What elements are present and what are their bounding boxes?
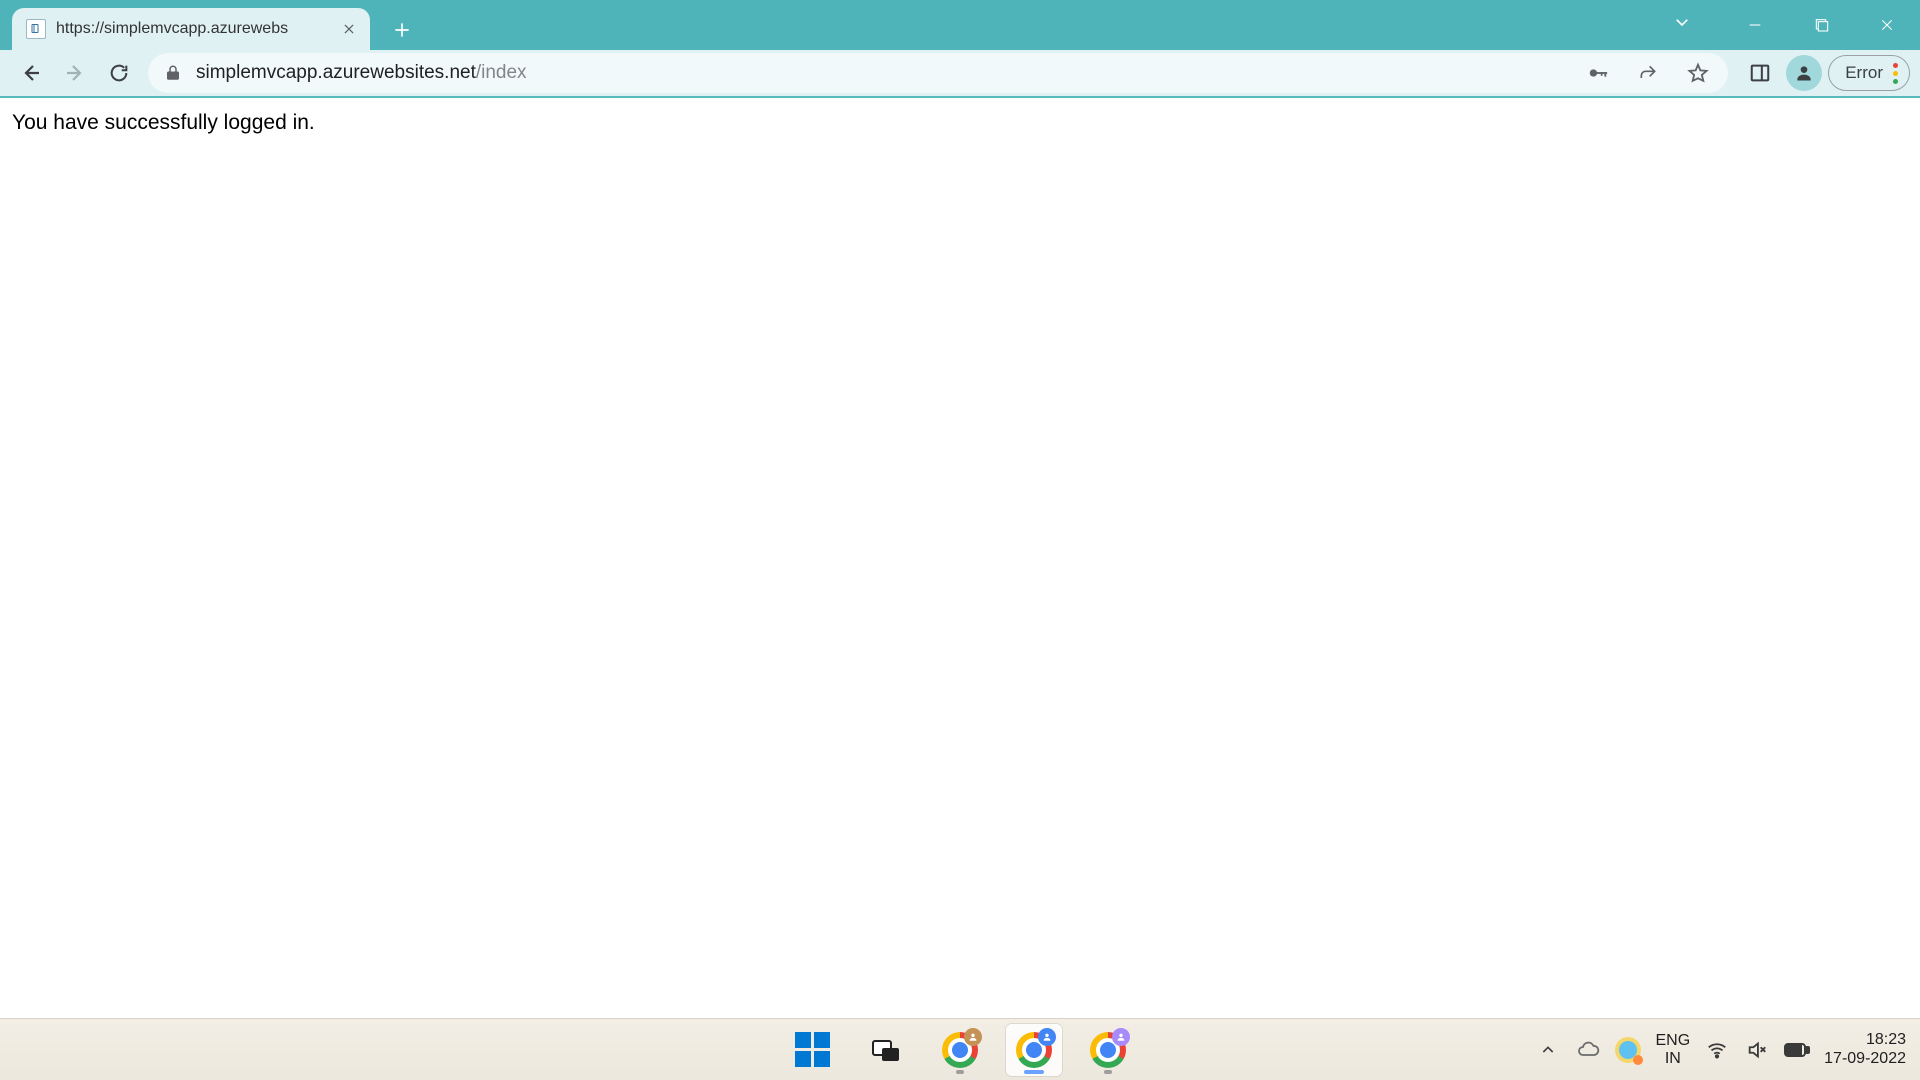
tabs-dropdown-button[interactable] (1658, 0, 1706, 44)
tab-close-button[interactable] (340, 20, 358, 38)
extensions-error-chip[interactable]: Error (1828, 55, 1910, 91)
onedrive-icon[interactable] (1575, 1037, 1601, 1063)
date: 17-09-2022 (1824, 1050, 1906, 1068)
tab-title: https://simplemvcapp.azurewebs (56, 20, 330, 38)
windows-taskbar: ENG IN 18:23 17-09-2022 (0, 1018, 1920, 1080)
lang-bottom: IN (1665, 1050, 1681, 1068)
wifi-icon[interactable] (1704, 1037, 1730, 1063)
browser-tab[interactable]: https://simplemvcapp.azurewebs (12, 8, 370, 50)
task-view-button[interactable] (858, 1024, 914, 1076)
url-path: /index (476, 62, 527, 84)
taskbar-app-chrome-1[interactable] (932, 1024, 988, 1076)
reload-button[interactable] (98, 53, 140, 93)
tray-overflow-button[interactable] (1535, 1037, 1561, 1063)
new-tab-button[interactable] (384, 12, 420, 48)
news-weather-icon[interactable] (1615, 1037, 1641, 1063)
system-tray: ENG IN 18:23 17-09-2022 (1535, 1031, 1912, 1068)
task-view-icon (872, 1038, 900, 1062)
chrome-icon (1090, 1032, 1126, 1068)
profile-badge-icon (964, 1028, 982, 1046)
profile-badge-icon (1038, 1028, 1056, 1046)
window-close-button[interactable] (1854, 3, 1920, 47)
url-text: simplemvcapp.azurewebsites.net/index (196, 62, 1566, 84)
address-bar[interactable]: simplemvcapp.azurewebsites.net/index (148, 53, 1728, 93)
browser-toolbar: simplemvcapp.azurewebsites.net/index Err… (0, 50, 1920, 98)
bookmark-icon[interactable] (1680, 55, 1716, 91)
forward-button[interactable] (54, 53, 96, 93)
profile-badge-icon (1112, 1028, 1130, 1046)
browser-tab-strip: https://simplemvcapp.azurewebs (0, 0, 1920, 50)
tab-favicon (26, 19, 46, 39)
taskbar-app-chrome-3[interactable] (1080, 1024, 1136, 1076)
lock-icon[interactable] (164, 64, 182, 82)
battery-icon[interactable] (1784, 1037, 1810, 1063)
page-viewport: You have successfully logged in. (0, 98, 1920, 1018)
volume-muted-icon[interactable] (1744, 1037, 1770, 1063)
login-success-message: You have successfully logged in. (12, 111, 315, 134)
chrome-icon (942, 1032, 978, 1068)
saved-passwords-icon[interactable] (1580, 55, 1616, 91)
chrome-icon (1016, 1032, 1052, 1068)
start-button[interactable] (784, 1024, 840, 1076)
window-maximize-button[interactable] (1788, 3, 1854, 47)
taskbar-app-chrome-2[interactable] (1006, 1024, 1062, 1076)
windows-logo-icon (795, 1032, 830, 1067)
back-button[interactable] (10, 53, 52, 93)
share-icon[interactable] (1630, 55, 1666, 91)
lang-top: ENG (1655, 1032, 1690, 1050)
side-panel-button[interactable] (1740, 53, 1780, 93)
clock[interactable]: 18:23 17-09-2022 (1824, 1031, 1906, 1068)
language-indicator[interactable]: ENG IN (1655, 1032, 1690, 1067)
chrome-menu-icon (1893, 63, 1899, 84)
window-controls (1722, 0, 1920, 50)
url-domain: simplemvcapp.azurewebsites.net (196, 62, 476, 84)
time: 18:23 (1866, 1031, 1906, 1049)
window-minimize-button[interactable] (1722, 3, 1788, 47)
error-chip-label: Error (1845, 63, 1883, 83)
profile-avatar[interactable] (1786, 55, 1822, 91)
